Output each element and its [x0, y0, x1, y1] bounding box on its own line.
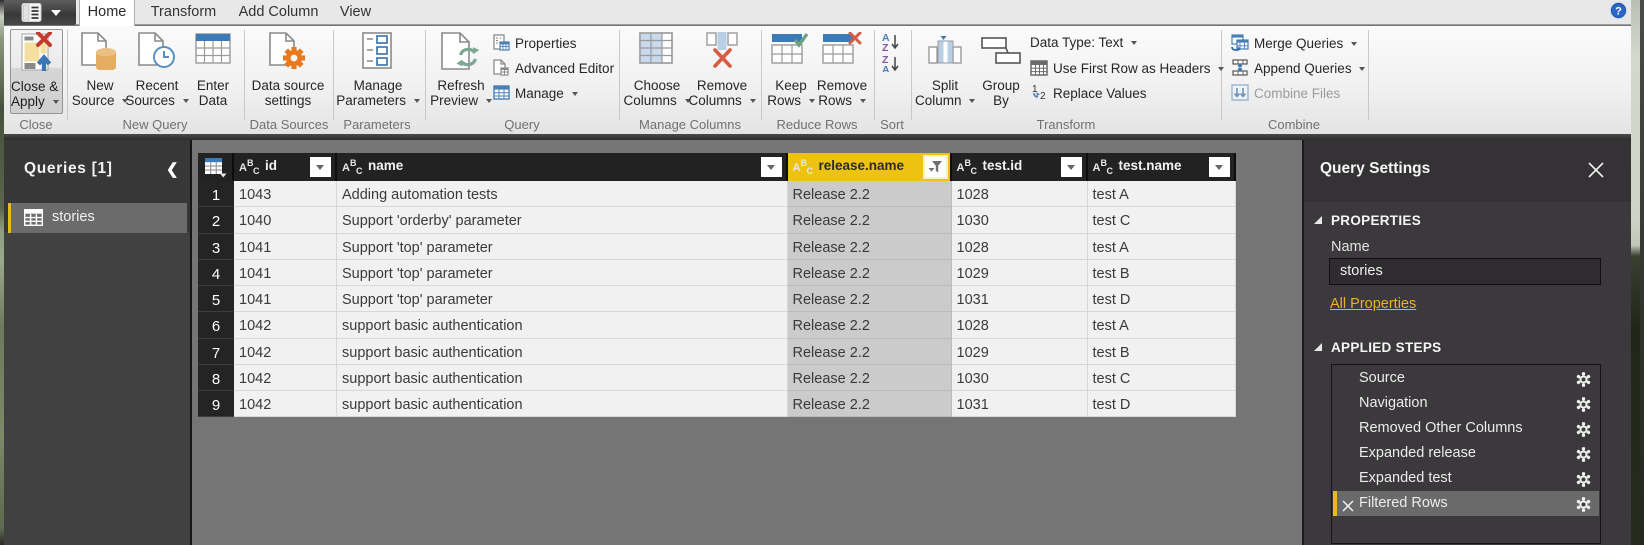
- svg-text:2: 2: [1040, 91, 1046, 101]
- svg-text:?: ?: [1615, 6, 1622, 18]
- svg-text:Z: Z: [882, 42, 889, 54]
- svg-text:A: A: [882, 64, 890, 72]
